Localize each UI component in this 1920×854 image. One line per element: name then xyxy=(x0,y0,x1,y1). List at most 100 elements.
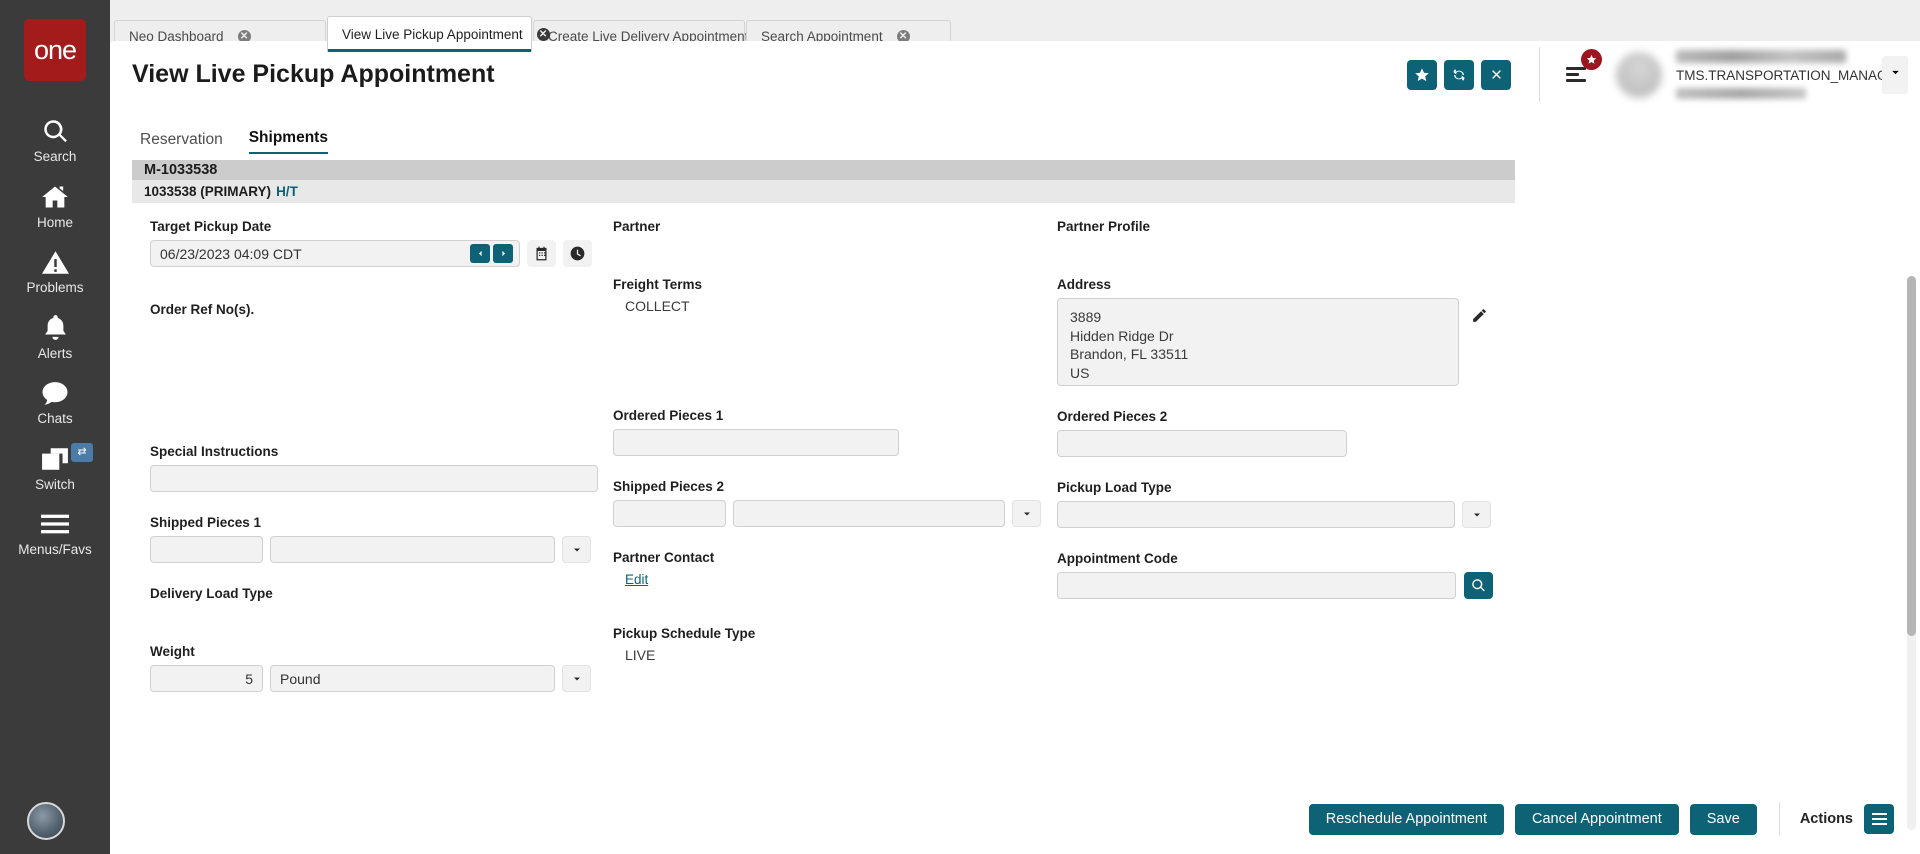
field-ordered-pieces-2: Ordered Pieces 2 xyxy=(1057,409,1533,457)
shipped-pieces-1-dropdown-button[interactable] xyxy=(562,536,591,563)
header-actions: TMS.TRANSPORTATION_MANAGER xyxy=(1400,47,1920,102)
sidebar-item-label: Switch xyxy=(35,476,75,492)
pickup-load-type-dropdown-button[interactable] xyxy=(1462,501,1491,528)
field-label: Ordered Pieces 1 xyxy=(613,408,724,423)
bell-icon xyxy=(43,313,68,343)
ordered-pieces-2-input[interactable] xyxy=(1057,430,1347,457)
weight-qty-input[interactable]: 5 xyxy=(150,665,263,692)
address-box[interactable]: 3889 Hidden Ridge Dr Brandon, FL 33511 U… xyxy=(1057,298,1459,386)
one-logo[interactable]: one xyxy=(24,19,86,81)
sidebar-item-label: Problems xyxy=(26,280,84,295)
form-column-2: Partner Freight Terms COLLECT Ordered Pi… xyxy=(613,219,1057,692)
sidebar-item-alerts[interactable]: Alerts xyxy=(0,304,110,370)
form-column-1: Target Pickup Date 06/23/2023 04:09 CDT xyxy=(150,219,613,692)
star-icon xyxy=(1586,54,1597,64)
shipped-pieces-1-unit-input[interactable] xyxy=(270,536,555,563)
close-icon[interactable]: ✕ xyxy=(536,28,550,41)
tab-shipments[interactable]: Shipments xyxy=(248,129,328,154)
refresh-button[interactable] xyxy=(1444,59,1474,90)
warning-triangle-icon xyxy=(41,247,69,277)
tab-view-live-pickup-appointment[interactable]: View Live Pickup Appointment ✕ xyxy=(327,16,550,52)
reschedule-appointment-button[interactable]: Reschedule Appointment xyxy=(1308,803,1504,835)
left-sidebar: one Search Home Problems Alerts Chats ⇄ … xyxy=(0,0,110,854)
ordered-pieces-1-input[interactable] xyxy=(613,429,899,456)
hamburger-icon xyxy=(1871,818,1887,820)
weight-unit-input[interactable]: Pound xyxy=(270,665,555,692)
field-address: Address 3889 Hidden Ridge Dr Brandon, FL… xyxy=(1057,277,1533,386)
content-card: Reservation Shipments M-1033538 1033538 … xyxy=(110,108,1920,854)
time-picker-button[interactable] xyxy=(563,240,592,267)
partner-contact-edit-link[interactable]: Edit xyxy=(613,572,648,587)
appointment-code-input[interactable] xyxy=(1057,572,1456,599)
date-prev-button[interactable] xyxy=(470,244,490,263)
notifications-menu-button[interactable] xyxy=(1560,49,1602,89)
hamburger-icon xyxy=(1871,813,1887,815)
actions-menu-button[interactable] xyxy=(1864,804,1894,834)
save-button[interactable]: Save xyxy=(1689,803,1757,835)
avatar[interactable] xyxy=(1616,51,1662,98)
pickup-load-type-input[interactable] xyxy=(1057,501,1455,528)
field-partner: Partner xyxy=(613,219,1057,240)
field-label: Partner Contact xyxy=(613,550,715,565)
ht-link[interactable]: H/T xyxy=(276,184,298,199)
address-line: Hidden Ridge Dr xyxy=(1070,327,1174,344)
search-icon xyxy=(1471,578,1486,593)
user-info: TMS.TRANSPORTATION_MANAGER xyxy=(1676,50,1906,99)
home-icon xyxy=(41,182,69,212)
hamburger-icon xyxy=(1566,73,1579,76)
sidebar-item-problems[interactable]: Problems xyxy=(0,238,110,304)
address-edit-button[interactable] xyxy=(1471,307,1488,329)
close-button[interactable] xyxy=(1481,59,1511,90)
scrollbar-thumb[interactable] xyxy=(1907,276,1916,636)
shipped-pieces-2-qty-input[interactable] xyxy=(613,500,726,527)
date-stepper xyxy=(470,244,513,263)
shipped-pieces-2-dropdown-button[interactable] xyxy=(1012,500,1041,527)
field-label: Partner xyxy=(613,219,661,234)
tab-label: Shipments xyxy=(248,129,328,146)
sidebar-item-chats[interactable]: Chats xyxy=(0,369,110,435)
field-value: COLLECT xyxy=(625,298,690,314)
sidebar-item-search[interactable]: Search xyxy=(0,107,110,173)
shipped-pieces-2-unit-input[interactable] xyxy=(733,500,1005,527)
tab-reservation[interactable]: Reservation xyxy=(140,131,223,154)
field-label: Shipped Pieces 2 xyxy=(613,479,725,494)
shipment-band[interactable]: 1033538 (PRIMARY) H/T xyxy=(132,180,1515,203)
switch-badge-icon[interactable]: ⇄ xyxy=(71,442,93,462)
sidebar-item-label: Alerts xyxy=(37,345,73,361)
sidebar-item-menus-favs[interactable]: Menus/Favs xyxy=(0,500,110,566)
user-menu-button[interactable] xyxy=(1882,55,1908,94)
field-order-ref-nos: Order Ref No(s). xyxy=(150,302,613,323)
sidebar-item-label: Chats xyxy=(37,411,73,426)
weight-unit-dropdown-button[interactable] xyxy=(562,665,591,692)
favorite-button[interactable] xyxy=(1407,59,1437,90)
shipped-pieces-1-qty-input[interactable] xyxy=(150,536,263,563)
movement-band[interactable]: M-1033538 xyxy=(132,160,1515,180)
sidebar-item-home[interactable]: Home xyxy=(0,173,110,239)
field-value: LIVE xyxy=(625,647,656,663)
logo-text: one xyxy=(33,34,77,65)
special-instructions-input[interactable] xyxy=(150,465,598,492)
sidebar-item-label: Home xyxy=(36,214,73,230)
sidebar-item-label: Search xyxy=(33,149,77,164)
star-icon xyxy=(1414,67,1430,83)
field-target-pickup-date: Target Pickup Date 06/23/2023 04:09 CDT xyxy=(150,219,613,267)
user-name-redacted xyxy=(1676,50,1846,63)
target-pickup-date-input[interactable]: 06/23/2023 04:09 CDT xyxy=(150,240,520,267)
field-shipped-pieces-2: Shipped Pieces 2 xyxy=(613,479,1057,527)
edit-pencil-icon xyxy=(1471,309,1488,328)
date-next-button[interactable] xyxy=(493,244,513,263)
field-label: Partner Profile xyxy=(1057,219,1151,234)
appointment-code-search-button[interactable] xyxy=(1464,572,1493,599)
address-line: 3889 xyxy=(1070,309,1102,325)
footer-divider xyxy=(1778,802,1780,836)
chevron-down-icon xyxy=(1473,513,1480,516)
avatar[interactable] xyxy=(27,802,65,840)
sidebar-item-switch[interactable]: ⇄ Switch xyxy=(0,435,110,501)
calendar-icon xyxy=(534,246,549,261)
field-label: Delivery Load Type xyxy=(150,586,273,601)
hamburger-icon xyxy=(41,509,69,539)
user-org-redacted xyxy=(1676,88,1806,99)
cancel-appointment-button[interactable]: Cancel Appointment xyxy=(1514,803,1679,835)
calendar-picker-button[interactable] xyxy=(527,240,556,267)
field-value: 5 xyxy=(245,670,253,687)
